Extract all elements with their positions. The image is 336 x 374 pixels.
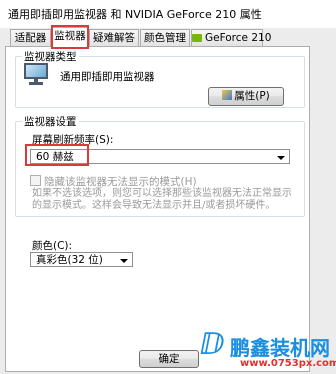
tab-geforce-label: GeForce 210 bbox=[205, 32, 272, 44]
hide-modes-label: 隐藏该监视器无法显示的模式(H) bbox=[44, 176, 197, 188]
ok-button-label: 确定 bbox=[158, 353, 180, 365]
properties-button[interactable]: 属性(P) bbox=[208, 87, 284, 106]
refresh-rate-select[interactable]: 60 赫兹 bbox=[30, 149, 290, 164]
tab-adapter-label: 适配器 bbox=[14, 32, 47, 44]
watermark-url: www.0753px.com bbox=[240, 358, 336, 369]
tab-color-management[interactable]: 颜色管理 bbox=[140, 29, 190, 46]
tab-monitor[interactable]: 监视器 bbox=[52, 27, 88, 47]
watermark: ⅅ 鹏鑫装机网 www.0753px.com bbox=[200, 330, 336, 374]
tab-adapter[interactable]: 适配器 bbox=[10, 29, 51, 46]
monitor-type-group-title: 监视器类型 bbox=[22, 49, 79, 64]
watermark-logo-icon: ⅅ bbox=[200, 327, 225, 362]
tab-monitor-label: 监视器 bbox=[54, 30, 86, 42]
colors-label: 颜色(C): bbox=[32, 240, 73, 252]
tab-color-management-label: 颜色管理 bbox=[144, 32, 186, 44]
properties-button-label: 属性(P) bbox=[234, 90, 270, 102]
refresh-rate-label: 屏幕刷新频率(S): bbox=[32, 134, 114, 146]
window-title: 通用即插即用监视器 和 NVIDIA GeForce 210 属性 bbox=[0, 0, 336, 28]
monitor-name: 通用即插即用监视器 bbox=[60, 71, 155, 83]
shield-icon bbox=[222, 90, 233, 100]
colors-select[interactable]: 真彩色(32 位) bbox=[30, 252, 133, 267]
tab-troubleshoot-label: 疑难解答 bbox=[93, 32, 135, 44]
tab-geforce[interactable]: GeForce 210 bbox=[191, 29, 271, 46]
chevron-down-icon bbox=[120, 259, 128, 263]
hide-modes-checkbox[interactable] bbox=[30, 175, 41, 186]
hide-modes-help-text: 如果不选该选项，则您可以选择那些该监视器无法正常显示的显示模式。这样会导致无法显… bbox=[32, 188, 292, 211]
watermark-brand: 鹏鑫装机网 bbox=[230, 336, 330, 360]
chevron-down-icon bbox=[277, 156, 285, 160]
colors-value: 真彩色(32 位) bbox=[36, 254, 103, 266]
nvidia-icon bbox=[192, 34, 202, 42]
ok-button[interactable]: 确定 bbox=[139, 350, 199, 368]
monitor-settings-group-title: 监视器设置 bbox=[22, 114, 79, 129]
tab-troubleshoot[interactable]: 疑难解答 bbox=[89, 29, 139, 46]
refresh-rate-value: 60 赫兹 bbox=[36, 151, 74, 163]
monitor-icon bbox=[24, 63, 48, 85]
